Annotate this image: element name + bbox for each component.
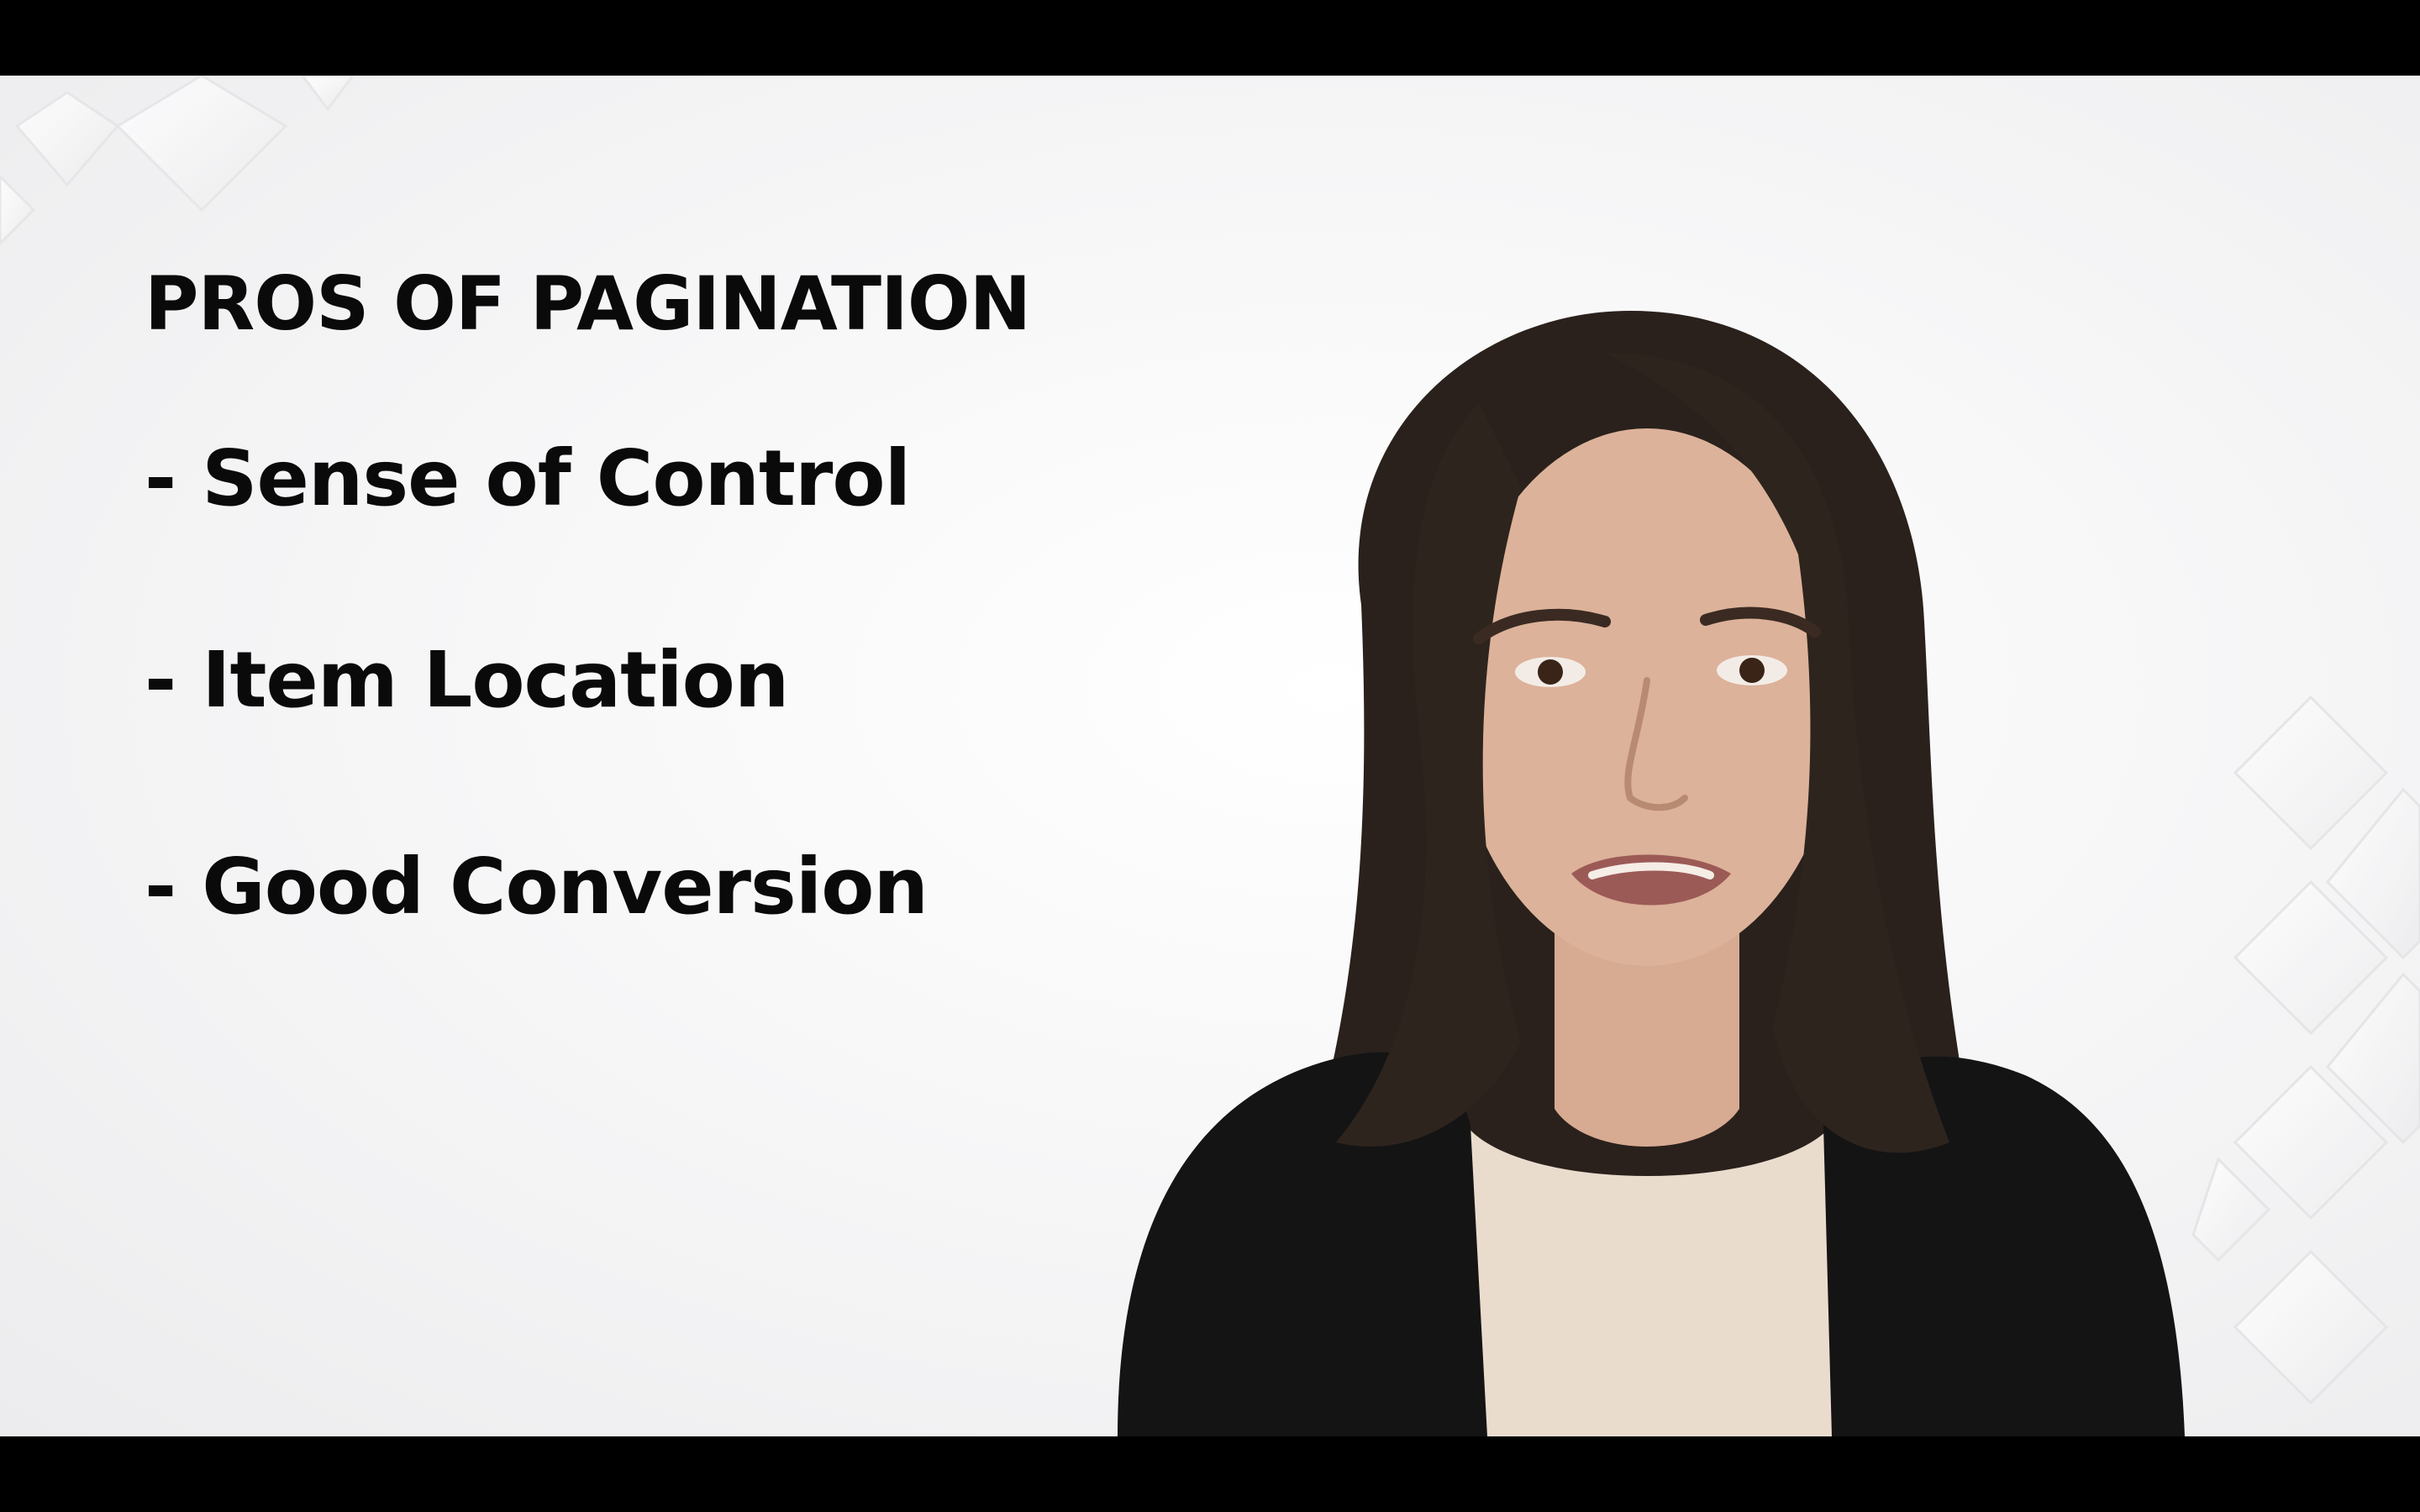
slide-title: PROS OF PAGINATION [145, 260, 1031, 347]
video-frame: PROS OF PAGINATION - Sense of Control - … [0, 0, 2420, 1512]
bullet-sense-of-control: - Sense of Control [145, 433, 911, 523]
video-content: PROS OF PAGINATION - Sense of Control - … [0, 76, 2420, 1436]
bullet-item-location: - Item Location [145, 635, 789, 725]
presenter-figure [1118, 311, 2185, 1436]
bullet-good-conversion: - Good Conversion [145, 842, 929, 932]
top-left-diamond-group [0, 76, 355, 246]
